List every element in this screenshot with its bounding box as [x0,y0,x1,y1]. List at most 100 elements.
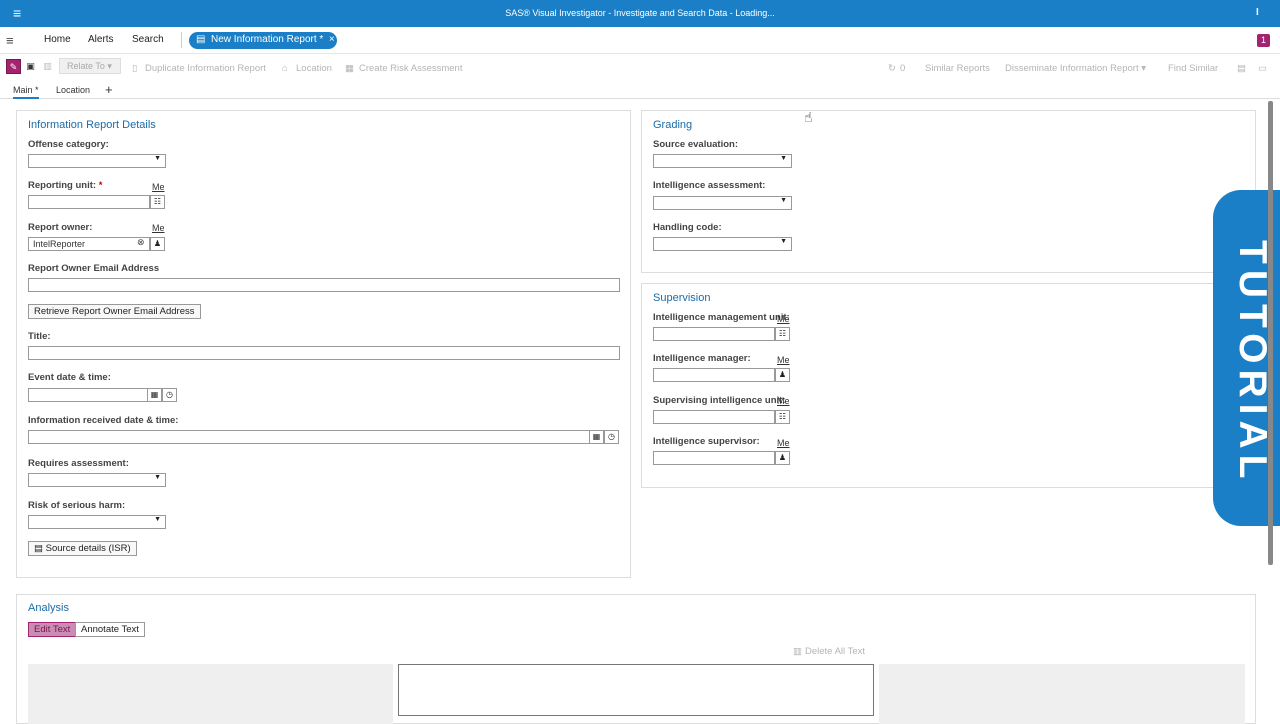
comment-icon[interactable]: ▭ [1258,63,1267,74]
calendar-icon[interactable]: ▦ [589,430,604,444]
clock-icon[interactable]: ◷ [162,388,177,402]
annotate-text-button[interactable]: Annotate Text [75,622,145,637]
location-button[interactable]: Location [296,63,332,74]
owner-email-input[interactable] [28,278,620,292]
nav-divider [181,32,182,48]
analysis-text-editor[interactable] [398,664,874,716]
intel-assessment-label: Intelligence assessment: [653,180,766,191]
grading-title: Grading [653,119,693,131]
calendar-icon[interactable]: ▦ [147,388,162,402]
grading-panel: Grading Source evaluation: ▼ Intelligenc… [641,110,1256,273]
chevron-down-icon: ▼ [154,516,161,523]
requires-assessment-label: Requires assessment: [28,458,129,469]
supervisor-input[interactable] [653,451,775,465]
edit-text-button[interactable]: Edit Text [28,622,77,637]
report-owner-input[interactable]: IntelReporter [28,237,150,251]
trash-icon: ▥ [793,646,802,657]
offense-category-label: Offense category: [28,139,109,150]
tab-location[interactable]: Location [56,85,90,95]
supervisor-label: Intelligence supervisor: [653,436,760,447]
supervising-unit-label: Supervising intelligence unit: [653,395,786,406]
create-risk-assessment-button[interactable]: Create Risk Assessment [359,63,462,74]
delete-all-text-button[interactable]: Delete All Text [805,646,865,657]
clear-icon[interactable]: ⊗ [137,237,145,248]
handling-code-label: Handling code: [653,222,722,233]
disseminate-button[interactable]: Disseminate Information Report ▾ [1005,63,1146,74]
nav-home[interactable]: Home [44,34,71,45]
manager-me-link[interactable]: Me [777,355,790,365]
nav-search[interactable]: Search [132,34,164,45]
offense-category-select[interactable]: ▼ [28,154,166,168]
mgmt-unit-me-link[interactable]: Me [777,314,790,324]
reporting-unit-me-link[interactable]: Me [152,182,165,192]
add-tab-icon[interactable]: + [105,82,113,97]
user-picker-icon[interactable]: ♟ [775,451,790,465]
clock-icon[interactable]: ◷ [604,430,619,444]
group-picker-icon[interactable]: ☷ [775,410,790,424]
edit-pencil-icon[interactable]: ✎ [6,59,21,74]
reporting-unit-label: Reporting unit: * [28,180,103,191]
risk-assessment-icon: ▦ [345,63,354,74]
duplicate-report-button[interactable]: Duplicate Information Report [145,63,266,74]
supervision-title: Supervision [653,292,711,304]
relate-to-button[interactable]: Relate To ▾ [59,58,121,74]
tab-close-icon[interactable]: × [329,34,335,45]
requires-assessment-select[interactable]: ▼ [28,473,166,487]
home-location-icon: ⌂ [282,63,288,74]
delete-icon[interactable]: ▥ [40,59,55,74]
similar-count: 0 [900,63,906,74]
vertical-scrollbar[interactable] [1268,101,1273,565]
notes-icon[interactable]: ▤ [1237,63,1246,74]
handling-code-select[interactable]: ▼ [653,237,792,251]
nav-bar: ≡ Home Alerts Search ▤ New Information R… [0,27,1280,54]
details-panel: Information Report Details Offense categ… [16,110,631,578]
details-title: Information Report Details [28,119,156,131]
nav-alerts[interactable]: Alerts [88,34,114,45]
right-text-column [879,664,1245,724]
reporting-unit-input[interactable] [28,195,150,209]
similar-reports-button[interactable]: Similar Reports [925,63,990,74]
page-tabs: Main * Location + [0,82,1280,99]
title-input[interactable] [28,346,620,360]
analysis-panel: Analysis Edit Text Annotate Text ▥ Delet… [16,594,1256,724]
supervising-unit-input[interactable] [653,410,775,424]
title-label: Title: [28,331,51,342]
info-received-label: Information received date & time: [28,415,179,426]
owner-email-label: Report Owner Email Address [28,263,160,274]
chevron-down-icon: ▼ [154,474,161,481]
chevron-down-icon: ▼ [780,197,787,204]
user-picker-icon[interactable]: ♟ [775,368,790,382]
event-date-input[interactable] [28,388,148,402]
report-owner-me-link[interactable]: Me [152,223,165,233]
info-received-input[interactable] [28,430,590,444]
event-datetime-label: Event date & time: [28,372,111,383]
title-bar: ≡ SAS® Visual Investigator - Investigate… [0,0,1280,27]
risk-harm-select[interactable]: ▼ [28,515,166,529]
retrieve-email-button[interactable]: Retrieve Report Owner Email Address [28,304,201,319]
find-similar-button[interactable]: Find Similar [1168,63,1218,74]
tab-label: New Information Report * [211,34,324,45]
document-icon: ▤ [196,34,206,45]
manager-input[interactable] [653,368,775,382]
mgmt-unit-input[interactable] [653,327,775,341]
group-picker-icon[interactable]: ☷ [775,327,790,341]
source-evaluation-select[interactable]: ▼ [653,154,792,168]
intel-assessment-select[interactable]: ▼ [653,196,792,210]
supervising-unit-me-link[interactable]: Me [777,396,790,406]
analysis-title: Analysis [28,602,69,614]
notification-badge[interactable]: 1 [1257,34,1270,47]
user-avatar[interactable]: I [1256,7,1259,18]
save-icon[interactable]: ▣ [23,59,38,74]
left-text-column [28,664,393,724]
source-details-button[interactable]: ▤ Source details (ISR) [28,541,137,556]
menu-icon[interactable]: ≡ [6,33,14,48]
chevron-down-icon: ▼ [780,238,787,245]
tab-main[interactable]: Main * [13,85,39,99]
supervision-panel: Supervision Intelligence management unit… [641,283,1256,488]
group-picker-icon[interactable]: ☷ [150,195,165,209]
hand-cursor-icon: ☝ [804,109,813,125]
user-picker-icon[interactable]: ♟ [150,237,165,251]
supervisor-me-link[interactable]: Me [777,438,790,448]
tab-new-information-report[interactable]: ▤ New Information Report * × [189,32,337,49]
chevron-down-icon: ▼ [154,155,161,162]
